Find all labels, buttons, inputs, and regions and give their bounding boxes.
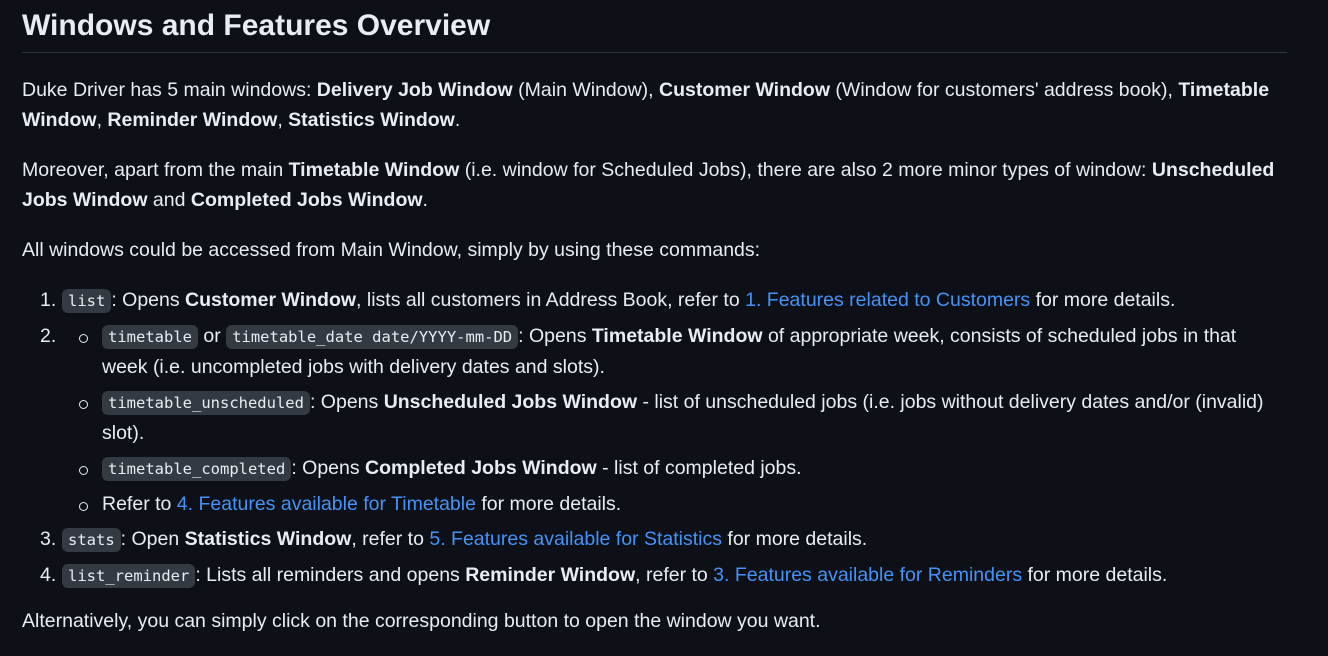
link-features-timetable[interactable]: 4. Features available for Timetable xyxy=(177,493,476,515)
inline-code: list_reminder xyxy=(62,564,196,588)
text: . xyxy=(454,109,461,131)
sublist-item: timetable_completed: Opens Completed Job… xyxy=(79,453,1287,484)
text: : Opens xyxy=(111,289,186,311)
text: : Opens xyxy=(309,391,384,413)
circle-bullet-icon xyxy=(79,502,88,511)
text: , xyxy=(277,109,289,131)
list-number: 3. xyxy=(40,528,57,550)
list-item: 4. list_reminder: Lists all reminders and… xyxy=(40,560,1287,591)
inline-code: list xyxy=(62,289,112,313)
bold-text: Reminder Window xyxy=(107,109,278,131)
sublist-item: Refer to 4. Features available for Timet… xyxy=(79,489,1287,519)
link-features-customers[interactable]: 1. Features related to Customers xyxy=(745,289,1030,311)
text: (i.e. window for Scheduled Jobs), there … xyxy=(459,159,1152,181)
bold-text: Statistics Window xyxy=(184,528,352,550)
text: for more details. xyxy=(722,528,868,550)
timetable-sublist: timetable or timetable_date date/YYYY-mm… xyxy=(62,321,1287,519)
list-item: 2. timetable or timetable_date date/YYYY… xyxy=(40,321,1287,519)
list-number: 1. xyxy=(40,289,57,311)
text: (Window for customers' address book), xyxy=(830,79,1179,101)
text: Moreover, apart from the main xyxy=(22,159,289,181)
text: , refer to xyxy=(635,564,714,586)
text: - list of completed jobs. xyxy=(596,457,802,479)
text: , lists all customers in Address Book, r… xyxy=(356,289,746,311)
text: : Opens xyxy=(518,325,592,347)
list-item: 3. stats: Open Statistics Window, refer t… xyxy=(40,524,1287,555)
text: , refer to xyxy=(351,528,430,550)
text: : Open xyxy=(120,528,185,550)
bold-text: Statistics Window xyxy=(288,109,455,131)
bold-text: Customer Window xyxy=(185,289,357,311)
list-number: 4. xyxy=(40,564,57,586)
bold-text: Timetable Window xyxy=(288,159,460,181)
text: (Main Window), xyxy=(512,79,660,101)
circle-bullet-icon xyxy=(79,334,88,343)
inline-code: timetable_unscheduled xyxy=(102,391,310,415)
command-list: 1. list: Opens Customer Window, lists all… xyxy=(22,285,1287,591)
link-features-reminders[interactable]: 3. Features available for Reminders xyxy=(713,564,1022,586)
access-paragraph: All windows could be accessed from Main … xyxy=(22,239,761,261)
text: . xyxy=(422,189,428,211)
circle-bullet-icon xyxy=(79,400,88,409)
bold-text: Customer Window xyxy=(659,79,831,101)
circle-bullet-icon xyxy=(79,466,88,475)
text: or xyxy=(198,325,227,347)
text: : Opens xyxy=(291,457,366,479)
bold-text: Reminder Window xyxy=(465,564,636,586)
bold-text: Completed Jobs Window xyxy=(365,457,597,479)
text: : Lists all reminders and opens xyxy=(195,564,466,586)
page-title: Windows and Features Overview xyxy=(22,6,1287,53)
text: for more details. xyxy=(1022,564,1168,586)
inline-code: stats xyxy=(62,528,121,552)
intro-paragraph: Duke Driver has 5 main windows: Delivery… xyxy=(22,75,1287,135)
inline-code: timetable_completed xyxy=(102,457,292,481)
list-item: 1. list: Opens Customer Window, lists all… xyxy=(40,285,1287,316)
list-number: 2. xyxy=(40,325,57,347)
text: for more details. xyxy=(1030,289,1176,311)
sublist-item: timetable_unscheduled: Opens Unscheduled… xyxy=(79,387,1287,448)
inline-code: timetable_date date/YYYY-mm-DD xyxy=(226,325,519,349)
bold-text: Timetable Window xyxy=(591,325,763,347)
text: Refer to xyxy=(102,493,177,515)
text: for more details. xyxy=(475,493,622,515)
text: , xyxy=(96,109,108,131)
bold-text: Delivery Job Window xyxy=(316,79,513,101)
document-content: Windows and Features Overview Duke Drive… xyxy=(22,0,1287,636)
alternative-paragraph: Alternatively, you can simply click on t… xyxy=(22,610,821,632)
bold-text: Unscheduled Jobs Window xyxy=(383,391,638,413)
link-features-statistics[interactable]: 5. Features available for Statistics xyxy=(429,528,722,550)
bold-text: Completed Jobs Window xyxy=(190,189,423,211)
minor-windows-paragraph: Moreover, apart from the main Timetable … xyxy=(22,155,1287,215)
inline-code: timetable xyxy=(102,325,198,349)
text: Duke Driver has 5 main windows: xyxy=(22,79,317,101)
text: and xyxy=(147,189,191,211)
sublist-item: timetable or timetable_date date/YYYY-mm… xyxy=(79,321,1287,382)
